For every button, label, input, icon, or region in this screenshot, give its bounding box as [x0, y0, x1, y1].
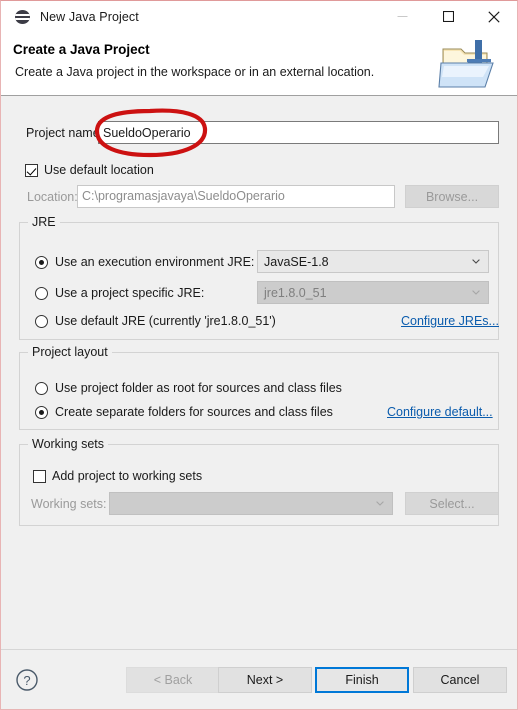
project-name-label: Project name: — [26, 126, 104, 140]
close-icon — [488, 10, 500, 23]
chevron-down-icon — [472, 290, 480, 295]
chevron-down-icon — [472, 259, 480, 264]
svg-text:?: ? — [23, 673, 30, 688]
configure-default-link[interactable]: Configure default... — [387, 405, 493, 419]
chevron-down-icon — [376, 501, 384, 506]
radio-project-specific-jre[interactable]: Use a project specific JRE: — [35, 286, 204, 300]
project-specific-jre-value: jre1.8.0_51 — [264, 285, 327, 300]
radio-selected-icon — [35, 255, 48, 269]
eclipse-globe-icon — [15, 9, 31, 25]
use-default-location-label: Use default location — [44, 163, 154, 177]
project-specific-jre-combo: jre1.8.0_51 — [257, 281, 489, 304]
location-label: Location: — [27, 190, 78, 204]
working-sets-group-title: Working sets — [28, 437, 109, 451]
title-bar: New Java Project — [1, 1, 517, 33]
working-sets-combo — [109, 492, 393, 515]
help-icon[interactable]: ? — [15, 668, 39, 692]
close-button[interactable] — [471, 1, 517, 32]
next-button[interactable]: Next > — [218, 667, 312, 693]
radio-separate-folders[interactable]: Create separate folders for sources and … — [35, 405, 333, 419]
execution-environment-value: JavaSE-1.8 — [264, 254, 329, 269]
radio-unselected-icon — [35, 286, 48, 300]
radio-label: Create separate folders for sources and … — [55, 405, 333, 419]
radio-execution-environment-jre[interactable]: Use an execution environment JRE: — [35, 255, 254, 269]
cancel-button[interactable]: Cancel — [413, 667, 507, 693]
checkbox-unchecked-icon — [33, 469, 46, 483]
page-subtitle: Create a Java project in the workspace o… — [15, 65, 375, 79]
configure-jres-link[interactable]: Configure JREs... — [401, 314, 499, 328]
window-title: New Java Project — [40, 10, 139, 24]
wizard-header: Create a Java Project Create a Java proj… — [1, 33, 517, 96]
new-java-project-dialog: New Java Project Create a Java Project C… — [0, 0, 518, 710]
radio-unselected-icon — [35, 314, 48, 328]
execution-environment-combo[interactable]: JavaSE-1.8 — [257, 250, 489, 273]
radio-unselected-icon — [35, 381, 48, 395]
radio-label: Use a project specific JRE: — [55, 286, 205, 300]
radio-label: Use an execution environment JRE: — [55, 255, 255, 269]
radio-label: Use project folder as root for sources a… — [55, 381, 342, 395]
dialog-footer: ? < Back Next > Finish Cancel — [1, 649, 517, 709]
project-name-input[interactable] — [98, 121, 499, 144]
java-project-folder-icon — [438, 40, 494, 88]
finish-button[interactable]: Finish — [315, 667, 409, 693]
maximize-icon — [442, 11, 454, 22]
browse-button[interactable]: Browse... — [405, 185, 499, 208]
back-button[interactable]: < Back — [126, 667, 220, 693]
checkbox-checked-icon — [25, 163, 38, 177]
jre-group-title: JRE — [28, 215, 60, 229]
radio-project-folder-root[interactable]: Use project folder as root for sources a… — [35, 381, 342, 395]
radio-label: Use default JRE (currently 'jre1.8.0_51'… — [55, 314, 276, 328]
project-layout-group-title: Project layout — [28, 345, 112, 359]
page-title: Create a Java Project — [13, 42, 150, 57]
location-input[interactable]: C:\programasjavaya\SueldoOperario — [77, 185, 395, 208]
radio-default-jre[interactable]: Use default JRE (currently 'jre1.8.0_51'… — [35, 314, 276, 328]
use-default-location-checkbox[interactable]: Use default location — [25, 163, 154, 177]
add-to-working-sets-checkbox[interactable]: Add project to working sets — [33, 469, 202, 483]
radio-selected-icon — [35, 405, 48, 419]
working-sets-label: Working sets: — [31, 497, 107, 511]
maximize-button[interactable] — [425, 1, 471, 32]
minimize-icon — [397, 16, 407, 17]
minimize-button[interactable] — [379, 1, 425, 32]
select-working-sets-button[interactable]: Select... — [405, 492, 499, 515]
add-to-working-sets-label: Add project to working sets — [52, 469, 203, 483]
